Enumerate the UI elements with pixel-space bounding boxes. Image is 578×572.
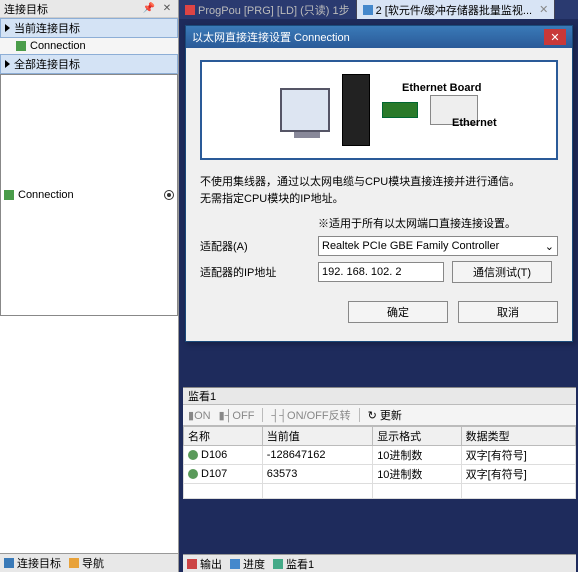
globe-icon <box>188 469 198 479</box>
status-progress[interactable]: 进度 <box>230 556 265 572</box>
ethernet-dialog: 以太网直接连接设置 Connection ✕ Ethernet Board Et… <box>185 25 573 342</box>
ethernet-label: Ethernet <box>452 117 497 129</box>
comm-test-button[interactable]: 通信测试(T) <box>452 261 552 283</box>
adapter-row: 适配器(A) Realtek PCIe GBE Family Controlle… <box>200 236 558 256</box>
close-icon[interactable]: ✕ <box>160 2 174 16</box>
ethernet-diagram: Ethernet Board Ethernet <box>200 60 558 160</box>
watch-panel: 监看1 ▮ON ▮┤OFF ┤┤ON/OFF反转 ↻ 更新 名称 当前值 显示格… <box>183 387 576 499</box>
table-header-row: 名称 当前值 显示格式 数据类型 <box>184 427 576 446</box>
on-button[interactable]: ▮ON <box>188 409 211 422</box>
square-icon <box>187 559 197 569</box>
connection-item[interactable]: Connection <box>0 38 178 54</box>
section-all-targets[interactable]: 全部连接目标 <box>0 54 178 74</box>
cancel-button[interactable]: 取消 <box>458 301 558 323</box>
connection-item-selected[interactable]: Connection <box>0 74 178 316</box>
left-panel-title: 连接目标 <box>4 1 48 17</box>
status-watch[interactable]: 监看1 <box>273 556 314 572</box>
monitor-icon <box>280 88 330 132</box>
dialog-close-button[interactable]: ✕ <box>544 29 566 45</box>
connection-icon <box>4 190 14 200</box>
table-row[interactable]: D107 63573 10进制数 双字[有符号] <box>184 465 576 484</box>
ip-value-box: 192. 168. 102. 2 <box>318 262 444 282</box>
pin-icon[interactable]: 📌 <box>142 2 156 16</box>
update-button[interactable]: ↻ 更新 <box>368 407 402 423</box>
connection-label: Connection <box>30 40 86 52</box>
watch-toolbar: ▮ON ▮┤OFF ┤┤ON/OFF反转 ↻ 更新 <box>183 405 576 426</box>
table-row-empty[interactable] <box>184 484 576 499</box>
square-blue-icon <box>4 558 14 568</box>
section-label: 当前连接目标 <box>14 20 80 36</box>
expand-arrow-icon <box>5 24 10 32</box>
square-icon <box>273 559 283 569</box>
footer-tab-nav[interactable]: 导航 <box>69 555 104 571</box>
footer-tab-connection[interactable]: 连接目标 <box>4 555 61 571</box>
connection-label: Connection <box>18 189 74 201</box>
tab-device-monitor[interactable]: 2 [软元件/缓冲存储器批量监视... ✕ <box>357 0 556 19</box>
col-value[interactable]: 当前值 <box>262 427 372 446</box>
expand-arrow-icon <box>5 60 10 68</box>
tab-icon <box>185 5 195 15</box>
ethernet-board-label: Ethernet Board <box>402 82 481 94</box>
ok-button[interactable]: 确定 <box>348 301 448 323</box>
watch-title: 监看1 <box>183 388 576 405</box>
dialog-titlebar[interactable]: 以太网直接连接设置 Connection ✕ <box>186 26 572 48</box>
tab-icon <box>363 5 373 15</box>
square-icon <box>230 559 240 569</box>
adapter-select[interactable]: Realtek PCIe GBE Family Controller ⌄ <box>318 236 558 256</box>
section-current-target[interactable]: 当前连接目标 <box>0 18 178 38</box>
dialog-description: 不使用集线器，通过以太网电缆与CPU模块直接连接并进行通信。 无需指定CPU模块… <box>200 174 558 207</box>
left-panel: 连接目标 📌 ✕ 当前连接目标 Connection 全部连接目标 Connec… <box>0 0 179 572</box>
left-panel-header: 连接目标 📌 ✕ <box>0 0 178 18</box>
left-body <box>0 316 178 554</box>
pc-tower-icon <box>342 74 370 146</box>
watch-table: 名称 当前值 显示格式 数据类型 D106 -128647162 10进制数 双… <box>183 426 576 499</box>
ip-label: 适配器的IP地址 <box>200 264 310 280</box>
ethernet-board-icon <box>382 102 418 118</box>
left-footer: 连接目标 导航 <box>0 553 178 572</box>
radio-selected-icon[interactable] <box>164 190 174 200</box>
col-name[interactable]: 名称 <box>184 427 263 446</box>
adapter-label: 适配器(A) <box>200 238 310 254</box>
toggle-button[interactable]: ┤┤ON/OFF反转 <box>271 407 350 423</box>
tab-close-icon[interactable]: ✕ <box>539 3 548 16</box>
dialog-title: 以太网直接连接设置 Connection <box>192 29 350 45</box>
col-type[interactable]: 数据类型 <box>461 427 575 446</box>
dialog-note: ※适用于所有以太网端口直接连接设置。 <box>318 215 558 231</box>
col-format[interactable]: 显示格式 <box>373 427 461 446</box>
status-output[interactable]: 输出 <box>187 556 222 572</box>
table-row[interactable]: D106 -128647162 10进制数 双字[有符号] <box>184 446 576 465</box>
tab-progpou[interactable]: ProgPou [PRG] [LD] (只读) 1步 <box>179 0 357 19</box>
ip-row: 适配器的IP地址 192. 168. 102. 2 通信测试(T) <box>200 261 558 283</box>
square-orange-icon <box>69 558 79 568</box>
connection-icon <box>16 41 26 51</box>
editor-tabs: ProgPou [PRG] [LD] (只读) 1步 2 [软元件/缓冲存储器批… <box>179 0 578 19</box>
section-label: 全部连接目标 <box>14 56 80 72</box>
globe-icon <box>188 450 198 460</box>
chevron-down-icon: ⌄ <box>545 240 554 253</box>
status-bar: 输出 进度 监看1 <box>183 554 576 572</box>
off-button[interactable]: ▮┤OFF <box>219 409 255 422</box>
